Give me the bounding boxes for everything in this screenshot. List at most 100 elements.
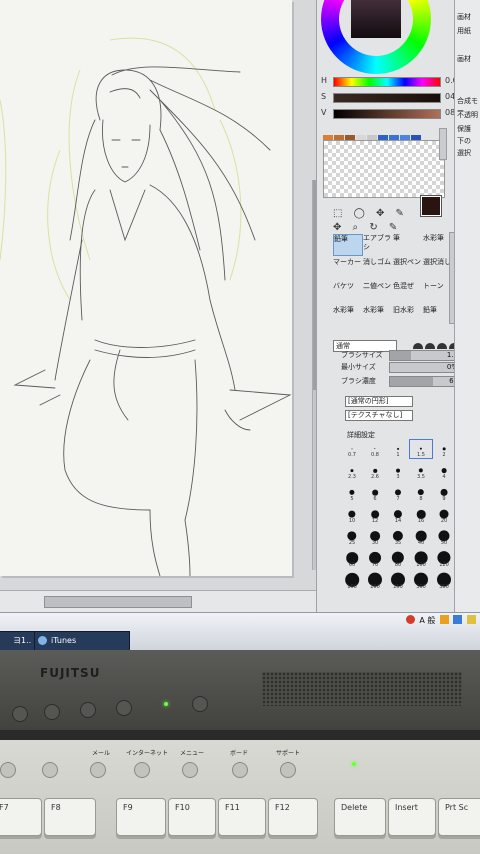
color-swatches[interactable] [323, 128, 422, 143]
hardware-button[interactable] [80, 702, 96, 718]
tray-icon[interactable] [453, 615, 463, 624]
tray-icon[interactable] [439, 615, 449, 624]
brush-size-slider[interactable]: 1.5 [389, 350, 461, 361]
taskbar-item-itunes[interactable]: iTunes [34, 631, 130, 650]
brush-size-preset[interactable]: 80 [387, 550, 409, 568]
tray-icon[interactable] [405, 615, 415, 624]
drawing-canvas[interactable] [0, 0, 292, 576]
view-tools[interactable]: ✥ ⌕ ↻ ✎ [333, 222, 401, 233]
taskbar-item[interactable]: ヨ1.. [0, 631, 36, 650]
media-button[interactable] [0, 762, 16, 778]
tool-watercolor-2[interactable]: 水彩筆 [333, 306, 361, 326]
brush-size-preset[interactable]: 16 [410, 506, 432, 524]
brush-size-preset[interactable]: 160 [341, 572, 363, 590]
key-f12[interactable]: F12 [268, 798, 318, 836]
scroll-thumb[interactable] [44, 596, 192, 608]
tool-select-pen[interactable]: 選択ペン [393, 258, 421, 278]
tool-eraser[interactable]: 消しゴム [363, 258, 391, 278]
brush-size-preset[interactable]: 20 [433, 506, 455, 524]
brush-size-preset[interactable]: 1 [387, 440, 409, 458]
brush-size-preset[interactable]: 7 [387, 484, 409, 502]
brush-size-preset[interactable]: 50 [433, 528, 455, 546]
hardware-button[interactable] [44, 704, 60, 720]
brush-size-preset[interactable]: 9 [433, 484, 455, 502]
hardware-button[interactable] [12, 706, 28, 722]
media-button[interactable] [134, 762, 150, 778]
brush-size-preset[interactable]: 100 [410, 550, 432, 568]
brush-size-preset[interactable]: 2 [433, 440, 455, 458]
brush-size-preset[interactable]: 6 [364, 484, 386, 502]
media-button[interactable] [182, 762, 198, 778]
brush-size-preset[interactable]: 25 [341, 528, 363, 546]
brush-size-preset[interactable]: 4 [433, 462, 455, 480]
key-print-screen[interactable]: Prt Sc [438, 798, 480, 836]
detail-settings-header[interactable]: 詳細設定 [347, 430, 375, 440]
brush-size-preset[interactable]: 3.5 [410, 462, 432, 480]
key-f10[interactable]: F10 [168, 798, 216, 836]
density-slider[interactable]: 61 [389, 376, 461, 387]
canvas-area[interactable] [0, 0, 321, 590]
tool-blend[interactable]: 色混ぜ [393, 282, 421, 302]
brush-size-preset[interactable]: 1.5 [409, 439, 433, 459]
brush-size-preset[interactable]: 10 [341, 506, 363, 524]
texture-select[interactable]: [テクスチャなし] [345, 410, 413, 421]
brush-size-preset[interactable]: 2.3 [341, 462, 363, 480]
tool-pencil[interactable]: 鉛筆 [333, 234, 363, 256]
brush-size-preset[interactable]: 40 [410, 528, 432, 546]
brush-size-preset[interactable]: 350 [433, 572, 455, 590]
media-button[interactable] [42, 762, 58, 778]
brush-size-preset[interactable]: 35 [387, 528, 409, 546]
brush-shape-select[interactable]: [通常の円形] [345, 396, 413, 407]
brush-size-preset[interactable]: 300 [410, 572, 432, 590]
tool-watercolor-3[interactable]: 水彩筆 [363, 306, 391, 326]
tool-binary-pen[interactable]: 二値ペン [363, 282, 391, 302]
tool-tone[interactable]: トーン [423, 282, 451, 302]
brush-size-preset[interactable]: 12 [364, 506, 386, 524]
key-insert[interactable]: Insert [388, 798, 436, 836]
media-button[interactable] [232, 762, 248, 778]
brush-size-preset[interactable]: 3 [387, 462, 409, 480]
brush-size-preset[interactable]: 14 [387, 506, 409, 524]
saturation-value-square[interactable] [351, 0, 401, 38]
key-f8[interactable]: F8 [44, 798, 96, 836]
ime-indicator[interactable]: A 般 [419, 615, 435, 625]
brush-size-preset[interactable]: 70 [364, 550, 386, 568]
scratch-pad[interactable] [323, 140, 445, 198]
foreground-color[interactable] [420, 195, 442, 217]
power-button[interactable] [192, 696, 208, 712]
saturation-slider[interactable]: S 049 [321, 92, 471, 103]
tool-brush[interactable]: 筆 [393, 234, 421, 254]
hue-slider[interactable]: H 0.053 [321, 76, 471, 87]
brush-size-preset[interactable]: 200 [364, 572, 386, 590]
brush-size-preset[interactable]: 250 [387, 572, 409, 590]
tray-icon[interactable] [467, 615, 476, 624]
key-f9[interactable]: F9 [116, 798, 166, 836]
brush-size-preset[interactable]: 0.8 [364, 440, 386, 458]
media-button[interactable] [280, 762, 296, 778]
selection-tools[interactable]: ⬚ ◯ ✥ ✎ [333, 208, 408, 219]
tool-marker[interactable]: マーカー [333, 258, 361, 278]
brush-size-preset[interactable]: 30 [364, 528, 386, 546]
tool-watercolor[interactable]: 水彩筆 [423, 234, 451, 254]
tool-bucket[interactable]: バケツ [333, 282, 361, 302]
brush-size-preset[interactable]: 0.7 [341, 440, 363, 458]
key-f11[interactable]: F11 [218, 798, 266, 836]
key-f7[interactable]: F7 [0, 798, 42, 836]
tool-select-eraser[interactable]: 選択消し [423, 258, 451, 278]
tool-airbrush[interactable]: エアブラシ [363, 234, 391, 254]
value-slider[interactable]: V 085 [321, 108, 471, 119]
brush-size-preset[interactable]: 60 [341, 550, 363, 568]
hardware-button[interactable] [116, 700, 132, 716]
canvas-horizontal-scrollbar[interactable] [0, 590, 330, 613]
scratch-scrollbar[interactable] [439, 128, 447, 160]
min-size-slider[interactable]: 0% [389, 362, 461, 373]
brush-size-preset[interactable]: 5 [341, 484, 363, 502]
brush-size-preset[interactable]: 120 [433, 550, 455, 568]
color-wheel[interactable] [321, 0, 431, 74]
brush-size-preset[interactable]: 8 [410, 484, 432, 502]
key-delete[interactable]: Delete [334, 798, 386, 836]
tool-old-watercolor[interactable]: 旧水彩 [393, 306, 421, 326]
tool-pencil-2[interactable]: 鉛筆 [423, 306, 451, 326]
media-button[interactable] [90, 762, 106, 778]
brush-size-preset[interactable]: 2.6 [364, 462, 386, 480]
